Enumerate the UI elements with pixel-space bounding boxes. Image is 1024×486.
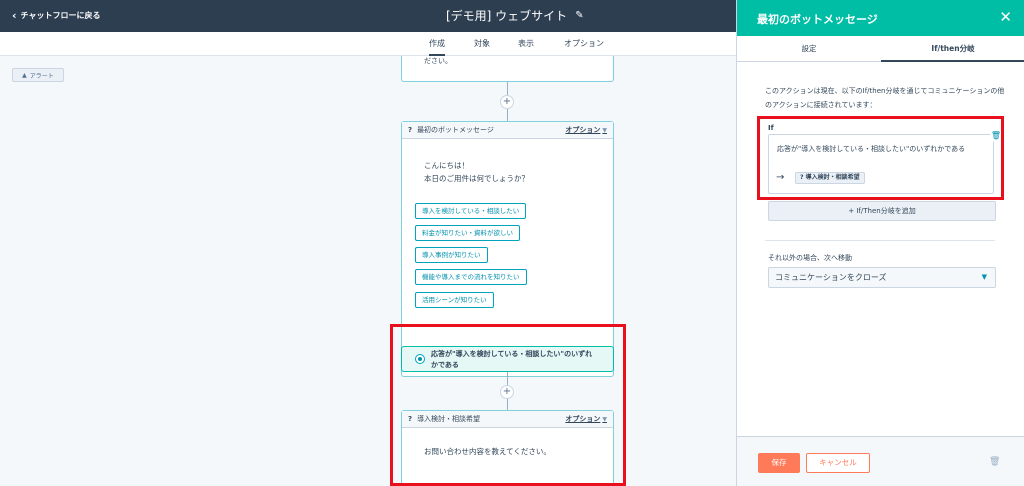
add-action-button[interactable]: + bbox=[500, 95, 514, 109]
highlight-box bbox=[390, 324, 626, 486]
pencil-icon[interactable]: ✎ bbox=[575, 10, 583, 21]
quick-reply-button[interactable]: 導入事例が知りたい bbox=[415, 247, 488, 263]
chatflow-title-text: [デモ用] ウェブサイト bbox=[446, 9, 568, 23]
top-bar: ‹ チャットフローに戻る [デモ用] ウェブサイト ✎ bbox=[0, 0, 736, 32]
branch-description: このアクションは現在、以下のIf/then分岐を通じてコミュニケーションの他のア… bbox=[765, 87, 1005, 109]
panel-title: 最初のボットメッセージ bbox=[757, 13, 878, 26]
tab-settings[interactable]: 設定 bbox=[737, 36, 881, 62]
card-header: ? 最初のボットメッセージ オプション ▼ bbox=[402, 122, 613, 139]
panel-header: 最初のボットメッセージ ✕ bbox=[737, 0, 1024, 36]
else-select-value: コミュニケーションをクローズ bbox=[775, 273, 887, 282]
cancel-button[interactable]: キャンセル bbox=[806, 453, 870, 473]
else-label: それ以外の場合、次へ移動 bbox=[768, 254, 852, 262]
previous-action-card[interactable]: ださい。 bbox=[401, 56, 614, 82]
close-icon[interactable]: ✕ bbox=[999, 8, 1012, 26]
tab-display[interactable]: 表示 bbox=[518, 38, 534, 49]
panel-body: このアクションは現在、以下のIf/then分岐を通じてコミュニケーションの他のア… bbox=[737, 62, 1024, 436]
panel-footer: 保存 キャンセル 🗑 bbox=[737, 436, 1024, 486]
editor-tabs: 作成 対象 表示 オプション bbox=[0, 32, 736, 56]
quick-reply-button[interactable]: 導入を検討している・相談したい bbox=[415, 203, 527, 219]
quick-reply-button[interactable]: 活用シーンが知りたい bbox=[415, 292, 494, 308]
action-settings-panel: 最初のボットメッセージ ✕ 設定 If/then分岐 このアクションは現在、以下… bbox=[736, 0, 1024, 486]
question-icon: ? bbox=[408, 126, 413, 134]
quick-reply-button[interactable]: 機能や導入までの流れを知りたい bbox=[415, 269, 527, 285]
back-to-chatflow-link[interactable]: ‹ チャットフローに戻る bbox=[12, 10, 100, 21]
divider bbox=[765, 240, 995, 241]
flow-canvas[interactable]: ▲ アラート ださい。 + ? 最初のボットメッセージ オプション ▼ こんにちは… bbox=[0, 56, 736, 486]
tab-target[interactable]: 対象 bbox=[474, 38, 490, 49]
previous-action-text: ださい。 bbox=[424, 57, 452, 65]
tab-build[interactable]: 作成 bbox=[429, 38, 445, 56]
trash-icon[interactable]: 🗑 bbox=[989, 457, 1000, 467]
quick-reply-button[interactable]: 料金が知りたい・資料が欲しい bbox=[415, 225, 520, 241]
bot-message-line: こんにちは！ bbox=[424, 161, 469, 170]
alert-button[interactable]: ▲ アラート bbox=[12, 68, 64, 82]
bot-message-line: 本日のご用件は何でしょうか？ bbox=[424, 174, 529, 183]
back-link-label: チャットフローに戻る bbox=[20, 11, 101, 20]
chatflow-title[interactable]: [デモ用] ウェブサイト ✎ bbox=[446, 7, 584, 24]
alert-label: アラート bbox=[29, 72, 54, 80]
caret-down-icon: ▼ bbox=[602, 127, 607, 134]
tab-if-then-branch[interactable]: If/then分岐 bbox=[881, 36, 1024, 62]
panel-tabs: 設定 If/then分岐 bbox=[737, 36, 1024, 62]
else-action-select[interactable]: コミュニケーションをクローズ ▼ bbox=[768, 267, 996, 288]
save-button[interactable]: 保存 bbox=[758, 453, 800, 473]
card-title: 最初のボットメッセージ bbox=[417, 126, 494, 134]
tab-options[interactable]: オプション bbox=[564, 38, 604, 49]
caret-down-icon: ▼ bbox=[981, 273, 987, 281]
options-dropdown[interactable]: オプション ▼ bbox=[565, 125, 607, 135]
warning-icon: ▲ bbox=[22, 71, 27, 79]
add-if-then-branch-button[interactable]: + If/Then分岐を追加 bbox=[768, 201, 996, 221]
highlight-box bbox=[757, 116, 1004, 200]
chevron-left-icon: ‹ bbox=[12, 8, 17, 22]
